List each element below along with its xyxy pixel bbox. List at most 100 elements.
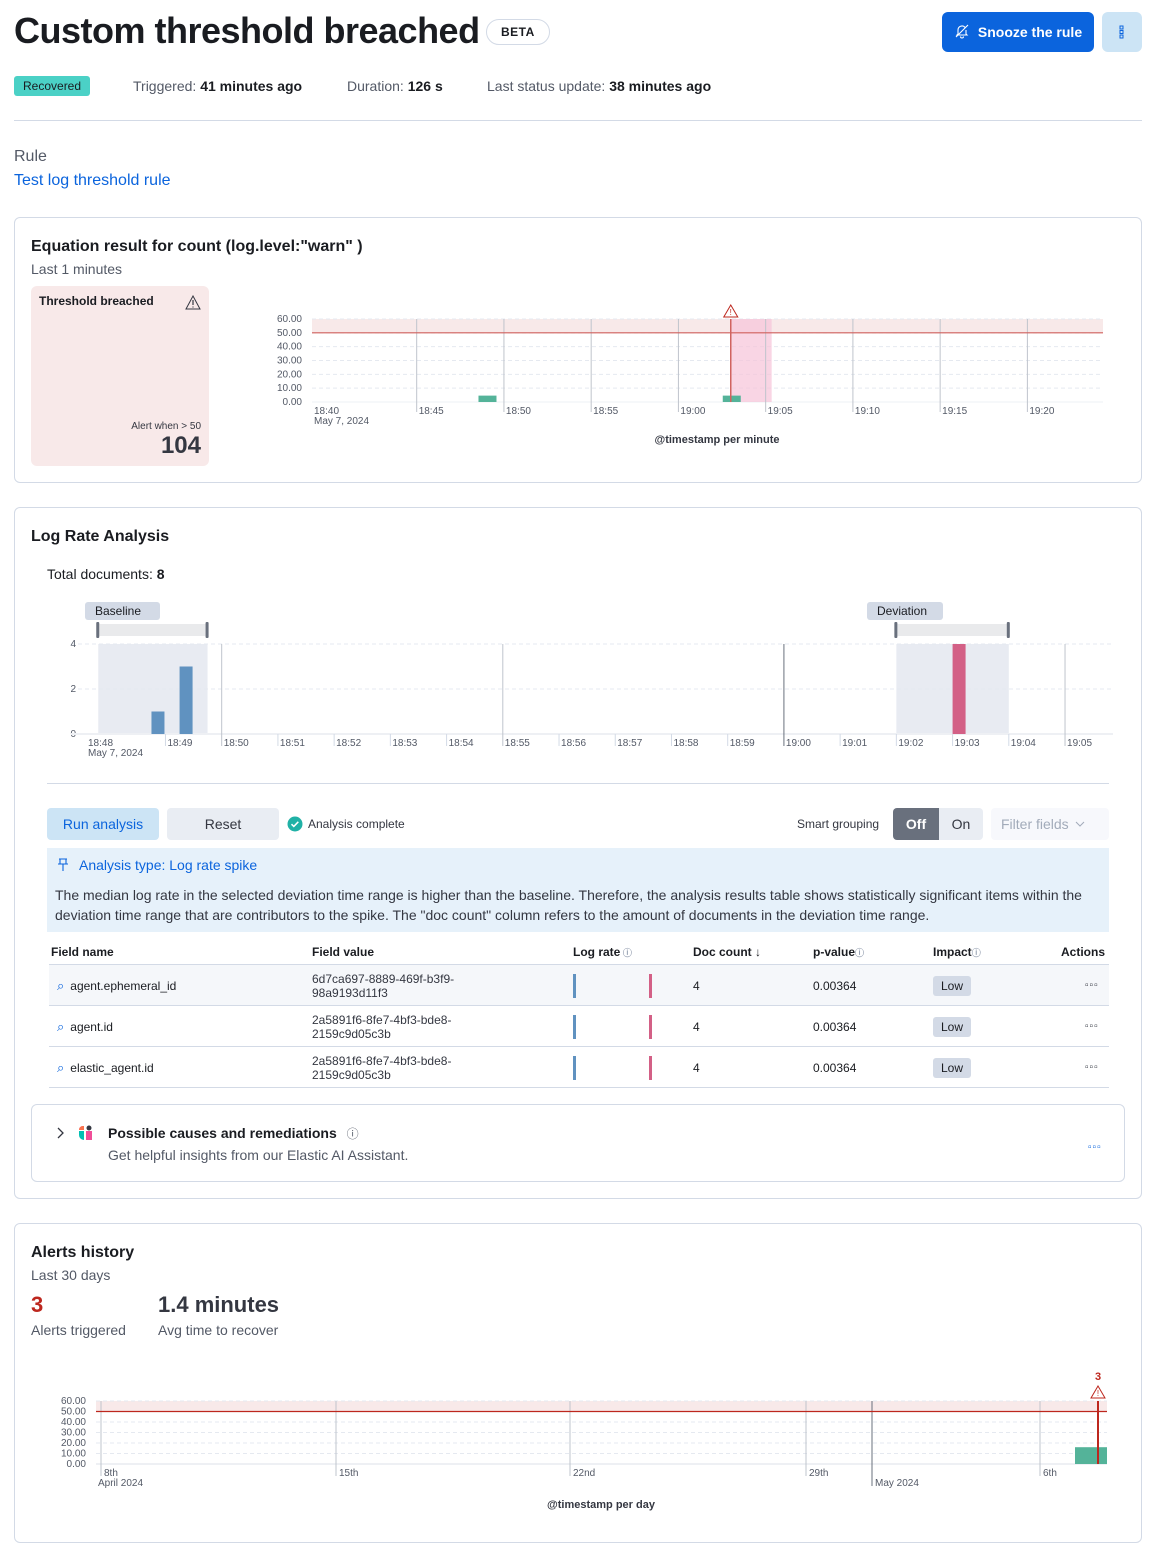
smart-grouping-label: Smart grouping — [797, 817, 880, 831]
info-icon: ⓘ — [971, 948, 981, 958]
col-p-value[interactable]: p-valueⓘ — [813, 945, 864, 959]
x-tick-label: 18:53 — [392, 738, 417, 749]
divider — [14, 120, 1142, 121]
y-tick-label: 40.00 — [277, 342, 302, 353]
x-tick-label: 18:50 — [224, 738, 249, 749]
info-icon: ⓘ — [620, 948, 632, 958]
log-rate-sparkline — [573, 1047, 652, 1088]
threshold-card: Threshold breached Alert when > 50 104 — [31, 286, 209, 466]
more-horizontal-icon: ▫▫▫ — [1085, 1021, 1099, 1032]
analysis-callout: Analysis type: Log rate spike The median… — [47, 848, 1109, 932]
p-value: 0.00364 — [813, 1019, 857, 1034]
annotation-label: 3 — [1095, 1371, 1101, 1383]
avg-recover-label: Avg time to recover — [158, 1322, 279, 1338]
field-type-icon: ⌕ — [57, 977, 65, 993]
x-tick-label: 19:01 — [842, 738, 867, 749]
p-value: 0.00364 — [813, 978, 857, 993]
baseline-handle-right — [205, 622, 209, 638]
analysis-status: Analysis complete — [287, 816, 405, 832]
filter-fields-select[interactable]: Filter fields — [991, 808, 1109, 840]
x-tick-label: 18:55 — [505, 738, 530, 749]
x-tick-label: 15th — [339, 1468, 358, 1479]
doc-count: 4 — [693, 978, 700, 993]
ai-actions-button[interactable]: ▫▫▫ — [1088, 1137, 1102, 1155]
callout-title: Analysis type: Log rate spike — [79, 857, 258, 873]
table-row[interactable]: ⌕ agent.id 2a5891f6-8fe7-4bf3-bde8- 2159c9… — [49, 1006, 1109, 1047]
status-badge: Recovered — [14, 76, 91, 96]
y-tick-label: 50.00 — [277, 328, 302, 339]
chevron-down-icon — [1075, 821, 1085, 827]
baseline-brush — [98, 624, 208, 636]
log-rate-title: Log Rate Analysis — [31, 528, 170, 545]
more-actions-button[interactable] — [1102, 12, 1142, 52]
rule-label: Rule — [14, 148, 47, 165]
triggered-info: Triggered: 41 minutes ago — [133, 78, 303, 94]
table-row[interactable]: ⌕ elastic_agent.id 2a5891f6-8fe7-4bf3-bde… — [49, 1047, 1109, 1088]
x-tick-label: 18:45 — [419, 406, 444, 417]
run-analysis-button[interactable]: Run analysis — [47, 808, 159, 840]
x-tick-label: 19:00 — [786, 738, 811, 749]
alerts-history-panel: Alerts history Last 30 days 3 Alerts tri… — [14, 1223, 1142, 1543]
last-update-info: Last status update: 38 minutes ago — [487, 78, 712, 94]
smart-grouping-on[interactable]: On — [939, 808, 983, 840]
deviation-label: Deviation — [877, 604, 927, 618]
impact-badge: Low — [933, 1057, 972, 1078]
table-row[interactable]: ⌕ agent.ephemeral_id 6d7ca697-8889-469f-b… — [49, 965, 1109, 1006]
col-log-rate[interactable]: Log rate ⓘ — [573, 945, 632, 959]
reset-button[interactable]: Reset — [167, 808, 279, 840]
col-field-value[interactable]: Field value — [312, 945, 374, 959]
doc-count: 4 — [693, 1019, 700, 1034]
snooze-rule-button[interactable]: Snooze the rule — [942, 12, 1094, 52]
alerts-triggered-label: Alerts triggered — [31, 1322, 126, 1338]
ai-assistant-accordion[interactable]: Possible causes and remediations ⓘ Get h… — [31, 1104, 1125, 1182]
impact-badge: Low — [933, 975, 972, 996]
check-circle-icon — [287, 816, 303, 832]
y-tick-label: 40.00 — [61, 1417, 86, 1428]
log-rate-panel: Log Rate Analysis Total documents: 8 024… — [14, 507, 1142, 1199]
y-tick-label: 2 — [70, 684, 76, 695]
x-tick-label: 19:05 — [1067, 738, 1092, 749]
alert-when-text: Alert when > 50 — [131, 421, 201, 432]
info-icon: ⓘ — [855, 948, 865, 958]
warning-mark: ! — [730, 308, 732, 317]
col-impact[interactable]: Impactⓘ — [933, 945, 981, 959]
col-field-name[interactable]: Field name — [51, 945, 114, 959]
field-name: agent.id — [70, 1019, 113, 1034]
chevron-right-icon[interactable] — [56, 1127, 64, 1139]
x-tick-label: 19:15 — [942, 406, 967, 417]
x-tick-label: 18:49 — [167, 738, 192, 749]
equation-panel: Equation result for count (log.level:"wa… — [14, 217, 1142, 483]
x-tick-label: 18:50 — [506, 406, 531, 417]
bell-slash-icon — [954, 23, 970, 42]
smart-grouping-off[interactable]: Off — [893, 808, 939, 840]
divider — [47, 783, 1109, 784]
rule-link[interactable]: Test log threshold rule — [14, 172, 171, 190]
row-actions-button[interactable]: ▫▫▫ — [1085, 965, 1099, 1006]
col-doc-count[interactable]: Doc count ↓ — [693, 945, 761, 959]
deviation-handle-left — [894, 622, 898, 638]
equation-subtitle: Last 1 minutes — [31, 261, 123, 277]
more-horizontal-icon: ▫▫▫ — [1085, 980, 1099, 991]
row-actions-button[interactable]: ▫▫▫ — [1085, 1006, 1099, 1047]
y-tick-label: 20.00 — [277, 369, 302, 380]
y-tick-label: 0.00 — [283, 397, 303, 408]
beta-badge: BETA — [486, 19, 550, 45]
pin-icon — [58, 858, 68, 871]
y-tick-label: 60.00 — [61, 1396, 86, 1407]
log-rate-sparkline — [573, 965, 652, 1006]
field-name: elastic_agent.id — [70, 1060, 154, 1075]
equation-title: Equation result for count (log.level:"wa… — [31, 238, 363, 255]
x-sub-label: May 7, 2024 — [88, 748, 143, 759]
row-actions-button[interactable]: ▫▫▫ — [1085, 1047, 1099, 1088]
x-tick-label: May 2024 — [875, 1478, 919, 1489]
help-icon[interactable]: ⓘ — [347, 1127, 359, 1141]
alerts-history-subtitle: Last 30 days — [31, 1267, 111, 1283]
threshold-zone — [312, 319, 1103, 333]
y-tick-label: 4 — [70, 639, 76, 650]
alerts-history-title: Alerts history — [31, 1244, 135, 1261]
y-tick-label: 30.00 — [277, 356, 302, 367]
y-tick-label: 20.00 — [61, 1438, 86, 1449]
x-tick-label: 18:55 — [593, 406, 618, 417]
warning-icon — [185, 295, 201, 310]
bar — [952, 644, 966, 734]
